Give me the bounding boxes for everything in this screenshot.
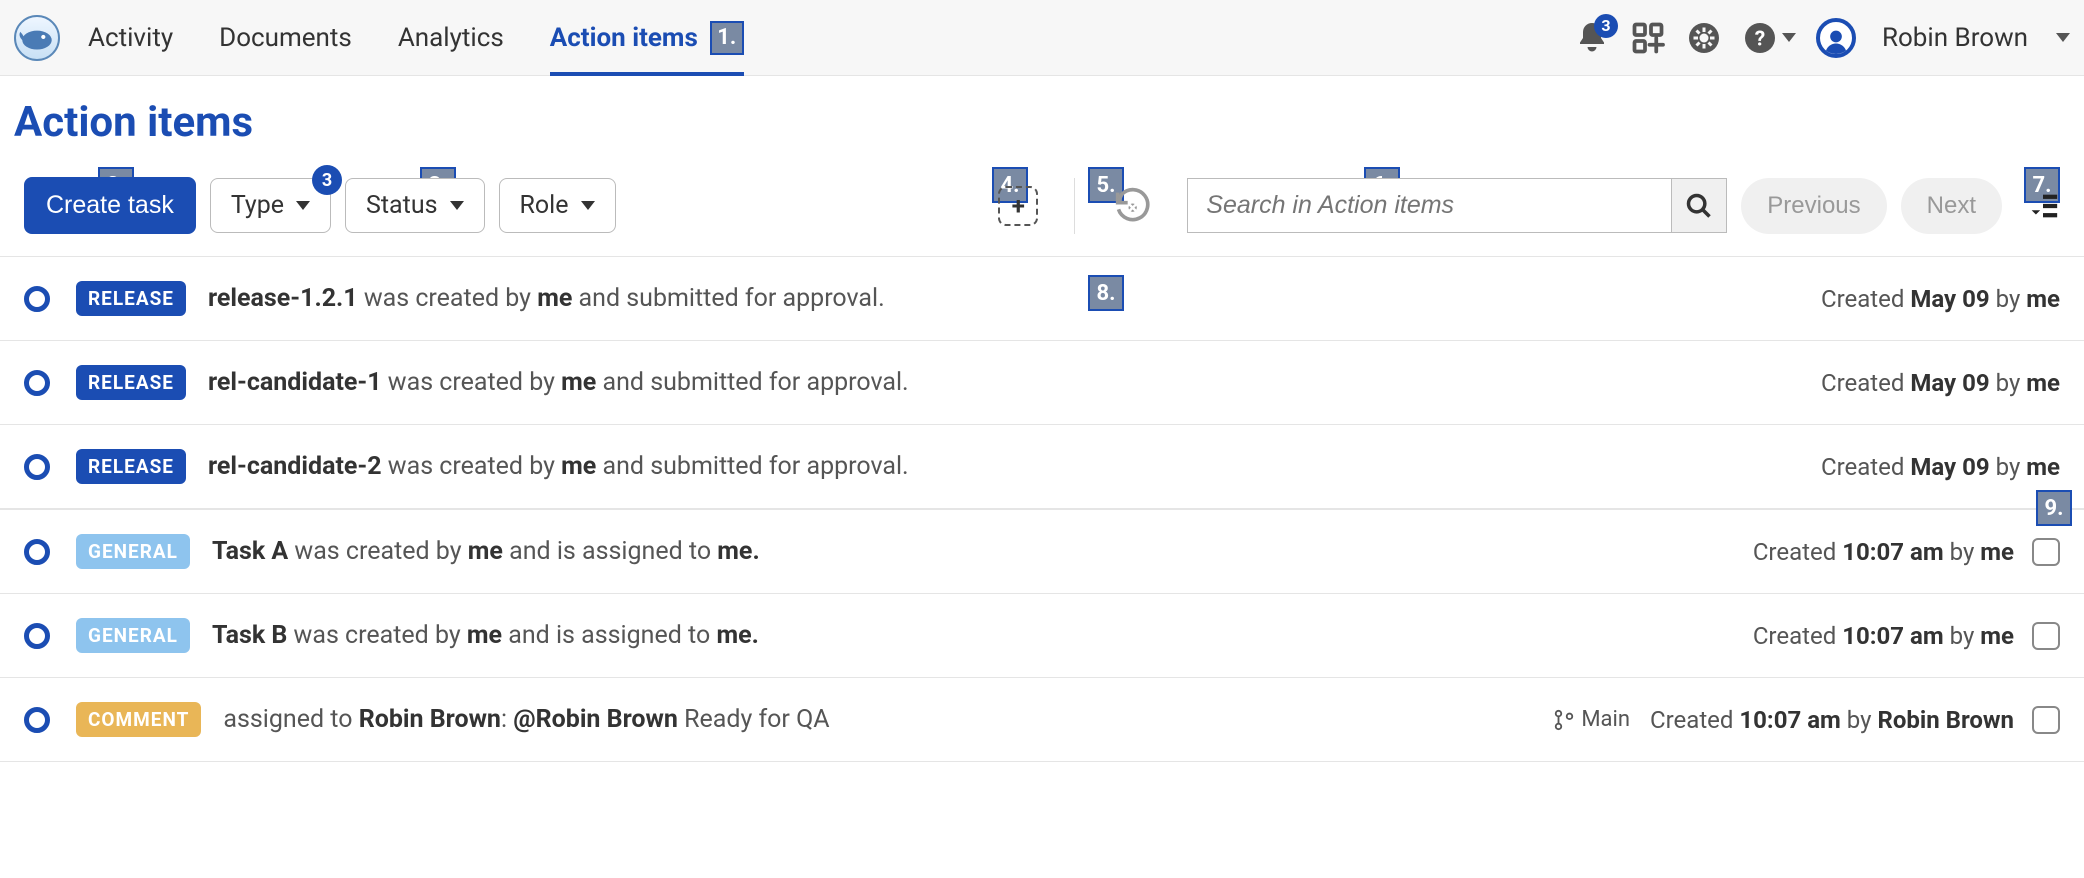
nav-tab-documents[interactable]: Documents: [219, 0, 352, 75]
svg-text:?: ?: [1755, 27, 1765, 51]
next-button[interactable]: Next: [1901, 178, 2002, 234]
item-tag: GENERAL: [76, 618, 190, 653]
selection-toggle[interactable]: +: [998, 186, 1038, 226]
action-item-row[interactable]: GENERAL Task A was created by me and is a…: [0, 509, 2084, 594]
page-title: Action items: [0, 76, 2084, 177]
nav-tab-label: Action items: [550, 23, 698, 53]
item-meta: Created May 09 by me: [1821, 369, 2060, 397]
topbar: Activity Documents Analytics Action item…: [0, 0, 2084, 76]
status-circle-icon[interactable]: [24, 623, 50, 649]
chevron-down-icon: [581, 201, 595, 210]
create-task-button[interactable]: Create task: [24, 177, 196, 234]
help-menu[interactable]: ?: [1742, 20, 1796, 56]
item-meta: Created 10:07 am by me: [1753, 538, 2014, 566]
previous-button[interactable]: Previous: [1741, 178, 1886, 234]
status-circle-icon[interactable]: [24, 370, 50, 396]
chevron-down-icon: [296, 201, 310, 210]
app-logo[interactable]: [14, 15, 60, 61]
branch-icon: [1553, 709, 1575, 731]
search-button[interactable]: [1671, 178, 1727, 233]
action-item-list: RELEASE release-1.2.1 was created by me a…: [0, 257, 2084, 762]
hint-9: 9.: [2036, 490, 2072, 526]
user-avatar[interactable]: [1816, 18, 1856, 58]
user-menu-chevron[interactable]: [2056, 33, 2070, 42]
apps-icon[interactable]: [1630, 20, 1666, 56]
filter-role[interactable]: Role: [499, 178, 616, 233]
action-item-row[interactable]: RELEASE rel-candidate-2 was created by me…: [0, 425, 2084, 509]
sort-icon[interactable]: [2026, 189, 2060, 223]
nav-tab-activity[interactable]: Activity: [88, 0, 173, 75]
settings-icon[interactable]: [1686, 20, 1722, 56]
status-circle-icon[interactable]: [24, 539, 50, 565]
action-item-row[interactable]: GENERAL Task B was created by me and is a…: [0, 594, 2084, 678]
status-circle-icon[interactable]: [24, 454, 50, 480]
item-description: rel-candidate-1 was created by me and su…: [208, 368, 909, 397]
item-description: Task B was created by me and is assigned…: [212, 621, 759, 650]
hint-1: 1.: [710, 21, 744, 55]
filter-label: Status: [366, 191, 437, 220]
row-checkbox[interactable]: [2032, 622, 2060, 650]
filter-badge: 3: [312, 165, 342, 195]
item-meta: Created 10:07 am by Robin Brown: [1650, 706, 2014, 734]
help-icon: ?: [1742, 20, 1778, 56]
status-circle-icon[interactable]: [24, 707, 50, 733]
item-description: Task A was created by me and is assigned…: [212, 537, 760, 566]
notifications-icon[interactable]: 3: [1574, 20, 1610, 56]
row-checkbox[interactable]: [2032, 538, 2060, 566]
item-meta: Created May 09 by me: [1821, 453, 2060, 481]
nav-tab-action-items[interactable]: Action items 1.: [550, 0, 744, 75]
filter-label: Role: [520, 191, 569, 220]
row-checkbox[interactable]: [2032, 706, 2060, 734]
item-tag: RELEASE: [76, 281, 186, 316]
filter-status[interactable]: Status: [345, 178, 484, 233]
notification-badge: 3: [1594, 14, 1618, 38]
action-item-row[interactable]: RELEASE rel-candidate-1 was created by me…: [0, 341, 2084, 425]
history-icon[interactable]: [1111, 186, 1151, 226]
nav-tabs: Activity Documents Analytics Action item…: [88, 0, 744, 75]
topbar-right: 3 ? Robin Brown: [1574, 18, 2070, 58]
item-tag: COMMENT: [76, 702, 201, 737]
item-meta: Created May 09 by me: [1821, 285, 2060, 313]
filter-type[interactable]: Type 3: [210, 178, 331, 233]
status-circle-icon[interactable]: [24, 286, 50, 312]
item-tag: RELEASE: [76, 365, 186, 400]
divider: [1074, 178, 1075, 234]
item-description: release-1.2.1 was created by me and subm…: [208, 284, 885, 313]
filter-label: Type: [231, 191, 284, 220]
search-input[interactable]: [1187, 178, 1671, 233]
item-tag: RELEASE: [76, 449, 186, 484]
chevron-down-icon: [450, 201, 464, 210]
user-name[interactable]: Robin Brown: [1882, 23, 2028, 53]
chevron-down-icon: [1782, 33, 1796, 42]
action-item-row[interactable]: RELEASE release-1.2.1 was created by me a…: [0, 257, 2084, 341]
item-tag: GENERAL: [76, 534, 190, 569]
action-item-row[interactable]: COMMENT assigned to Robin Brown: @Robin B…: [0, 678, 2084, 762]
toolbar: Create task Type 3 Status Role + Previou…: [0, 177, 2084, 257]
item-description: assigned to Robin Brown: @Robin Brown Re…: [223, 705, 829, 734]
branch-name: Main: [1581, 707, 1630, 732]
nav-tab-analytics[interactable]: Analytics: [398, 0, 504, 75]
item-meta: Created 10:07 am by me: [1753, 622, 2014, 650]
item-description: rel-candidate-2 was created by me and su…: [208, 452, 909, 481]
search: [1187, 178, 1727, 233]
hint-8: 8.: [1088, 275, 1124, 311]
